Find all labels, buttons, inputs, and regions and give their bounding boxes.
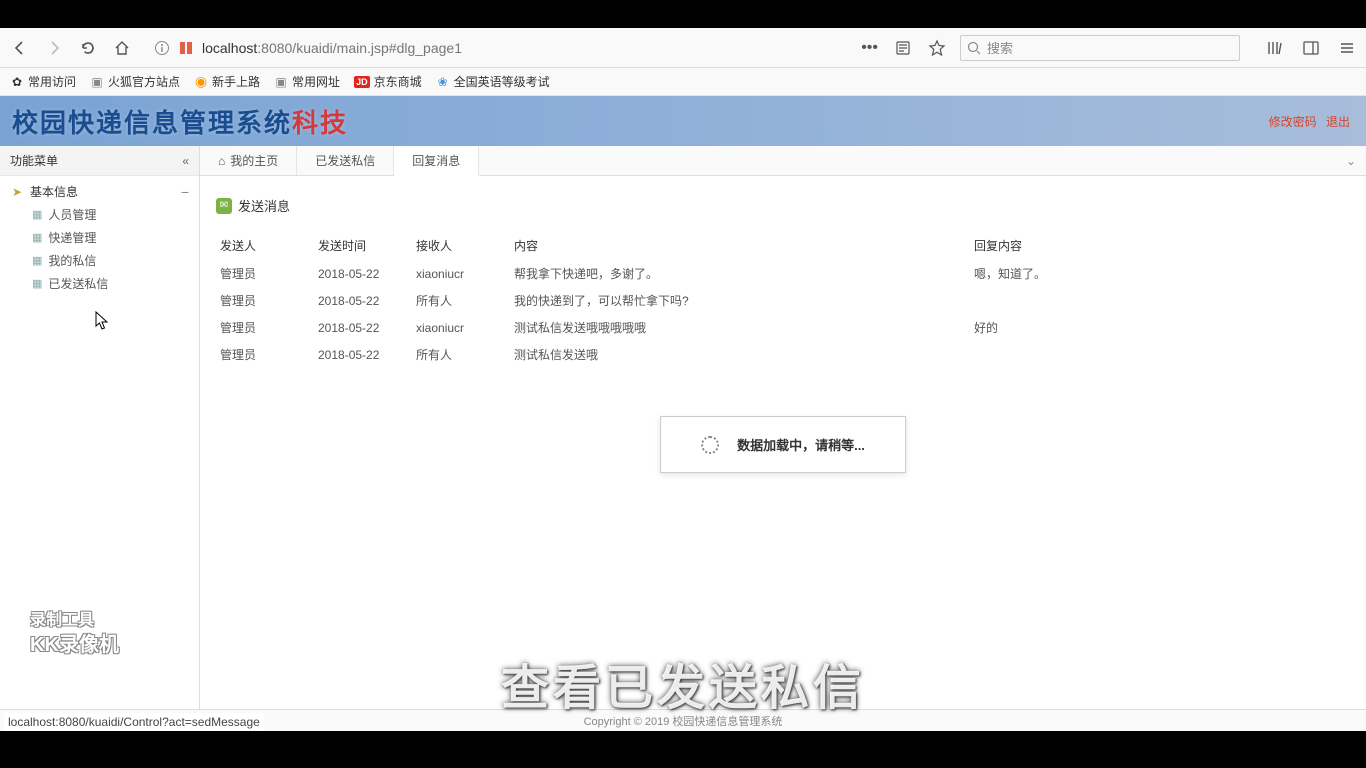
collapse-icon[interactable]: « [182,154,189,168]
jd-icon: JD [354,76,370,88]
panel-title: ✉ 发送消息 [216,196,1350,215]
folder-icon: ▣ [274,75,288,89]
menu-icon[interactable] [1338,39,1356,57]
table-header-row: 发送人 发送时间 接收人 内容 回复内容 [216,231,1350,260]
main: ⌂我的主页 已发送私信 回复消息 ⌄ ✉ 发送消息 发送人 发送时间 接收人 [200,146,1366,709]
home-button[interactable] [112,38,132,58]
more-actions-icon[interactable]: ••• [861,39,878,57]
browser-toolbar: localhost:8080/kuaidi/main.jsp#dlg_page1… [0,28,1366,68]
sidebar-header: 功能菜单 « [0,146,199,176]
spinner-icon [701,436,719,454]
doc-icon: ▦ [32,254,42,267]
app-header: 校园快递信息管理系统科技 修改密码 退出 [0,96,1366,146]
sidebar-item-sent-messages[interactable]: ▦已发送私信 [0,272,199,295]
bookmark-common[interactable]: ▣常用网址 [274,73,340,90]
col-recv: 接收人 [412,231,510,260]
col-time: 发送时间 [314,231,412,260]
firefox-icon: ◉ [194,75,208,89]
doc-icon: ▦ [32,208,42,221]
sidebar-item-express[interactable]: ▦快递管理 [0,226,199,249]
forward-button[interactable] [44,38,64,58]
bookmark-jd[interactable]: JD京东商城 [354,73,422,90]
table-row[interactable]: 管理员 2018-05-22 所有人 测试私信发送哦 [216,341,1350,368]
star-icon: ✿ [10,75,24,89]
table-row[interactable]: 管理员 2018-05-22 xiaoniucr 测试私信发送哦哦哦哦哦 好的 [216,314,1350,341]
status-bar: localhost:8080/kuaidi/Control?act=sedMes… [4,713,264,731]
bookmark-star-icon[interactable] [928,39,946,57]
search-box[interactable]: 搜索 [960,35,1240,61]
url-bar[interactable]: localhost:8080/kuaidi/main.jsp#dlg_page1 [146,34,847,62]
col-reply: 回复内容 [970,231,1350,260]
bookmark-cet[interactable]: ❀全国英语等级考试 [436,73,550,90]
col-content: 内容 [510,231,970,260]
reload-button[interactable] [78,38,98,58]
loading-toast: 数据加载中，请稍等... [660,416,906,473]
tree-group-basic[interactable]: ➤ 基本信息 − [0,180,199,203]
tabs: ⌂我的主页 已发送私信 回复消息 ⌄ [200,146,1366,176]
reader-icon[interactable] [894,39,912,57]
app-title: 校园快递信息管理系统科技 [12,103,348,140]
tree-group-label: 基本信息 [30,183,78,200]
sidebar: 功能菜单 « ➤ 基本信息 − ▦人员管理 ▦快递管理 ▦我的私信 ▦已发送私信 [0,146,200,709]
paw-icon: ❀ [436,75,450,89]
url-text: localhost:8080/kuaidi/main.jsp#dlg_page1 [202,40,462,56]
search-placeholder: 搜索 [987,38,1013,57]
messages-table: 发送人 发送时间 接收人 内容 回复内容 管理员 2018-05-22 xiao… [216,231,1350,368]
extension-icon[interactable] [178,40,194,56]
table-row[interactable]: 管理员 2018-05-22 xiaoniucr 帮我拿下快递吧，多谢了。 嗯，… [216,260,1350,287]
back-button[interactable] [10,38,30,58]
search-icon [967,41,981,55]
table-row[interactable]: 管理员 2018-05-22 所有人 我的快递到了，可以帮忙拿下吗? [216,287,1350,314]
doc-icon: ▦ [32,277,42,290]
sidebar-item-my-messages[interactable]: ▦我的私信 [0,249,199,272]
home-icon: ⌂ [218,154,225,168]
logout-link[interactable]: 退出 [1326,115,1350,129]
header-links: 修改密码 退出 [1263,113,1350,130]
bookmark-firefox[interactable]: ▣火狐官方站点 [90,73,180,90]
content: ✉ 发送消息 发送人 发送时间 接收人 内容 回复内容 [200,176,1366,709]
minus-icon[interactable]: − [181,184,189,200]
col-sender: 发送人 [216,231,314,260]
sidebar-title: 功能菜单 [10,152,58,169]
bookmarks-bar: ✿常用访问 ▣火狐官方站点 ◉新手上路 ▣常用网址 JD京东商城 ❀全国英语等级… [0,68,1366,96]
loading-text: 数据加载中，请稍等... [737,435,865,454]
bookmark-newbie[interactable]: ◉新手上路 [194,73,260,90]
tab-sent[interactable]: 已发送私信 [297,146,394,175]
message-icon: ✉ [216,198,232,214]
folder-icon: ▣ [90,75,104,89]
tab-reply[interactable]: 回复消息 [394,147,479,176]
url-actions: ••• [861,39,946,57]
tabs-more-icon[interactable]: ⌄ [1336,154,1366,168]
folder-open-icon: ➤ [10,185,24,199]
sidebar-icon[interactable] [1302,39,1320,57]
doc-icon: ▦ [32,231,42,244]
sidebar-item-personnel[interactable]: ▦人员管理 [0,203,199,226]
tab-home[interactable]: ⌂我的主页 [200,146,297,175]
info-icon[interactable] [154,40,170,56]
bookmark-frequent[interactable]: ✿常用访问 [10,73,76,90]
library-icon[interactable] [1266,39,1284,57]
change-password-link[interactable]: 修改密码 [1269,115,1317,129]
